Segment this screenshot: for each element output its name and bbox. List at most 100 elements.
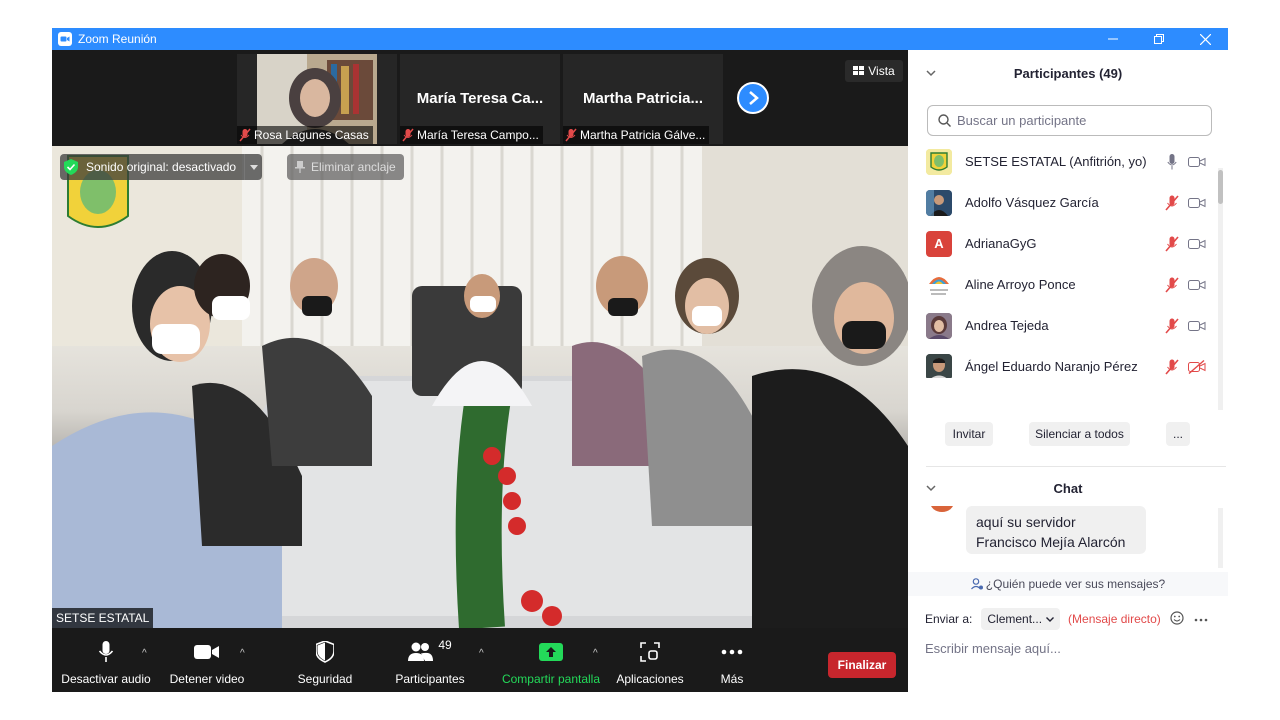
mute-all-button[interactable]: Silenciar a todos: [1029, 422, 1130, 446]
participants-options-caret[interactable]: ^: [479, 648, 484, 659]
participant-row[interactable]: Aline Arroyo Ponce: [908, 264, 1218, 305]
video-thumb[interactable]: María Teresa Ca... María Teresa Campo...: [400, 54, 560, 144]
thumb-name-label: María Teresa Campo...: [400, 126, 543, 144]
chevron-down-icon: [249, 164, 258, 170]
emoji-icon[interactable]: [1170, 611, 1184, 628]
video-camera-icon: [194, 638, 220, 666]
microphone-icon[interactable]: [1164, 153, 1180, 171]
stop-video-button[interactable]: Detener video: [165, 628, 249, 692]
chat-more-icon[interactable]: [1194, 609, 1208, 625]
video-thumb[interactable]: Martha Patricia... Martha Patricia Gálve…: [563, 54, 723, 144]
meeting-room-video-image: [52, 146, 908, 628]
main-video[interactable]: Sonido original: desactivado Eliminar an…: [52, 146, 908, 628]
participant-row[interactable]: A AdrianaGyG: [908, 223, 1218, 264]
participant-list-scrollbar[interactable]: [1218, 168, 1223, 410]
video-area: Rosa Lagunes Casas María Teresa Ca... Ma…: [52, 50, 908, 628]
pin-icon: [295, 161, 305, 173]
title-bar: Zoom Reunión: [52, 28, 1228, 50]
grid-view-icon: [853, 66, 865, 75]
meeting-toolbar: Desactivar audio ^ Detener video ^ Segur…: [52, 628, 908, 692]
participant-search-input[interactable]: [957, 113, 1197, 128]
chat-scrollbar[interactable]: [1218, 508, 1223, 568]
mute-audio-button[interactable]: Desactivar audio: [60, 628, 152, 692]
chevron-down-icon[interactable]: [926, 70, 936, 77]
participants-count: 49: [438, 638, 452, 652]
participant-name: Ángel Eduardo Naranjo Pérez: [965, 359, 1138, 374]
participant-row[interactable]: SETSE ESTATAL (Anfitrión, yo): [908, 141, 1218, 182]
avatar: [926, 148, 952, 175]
share-screen-icon: [539, 638, 563, 666]
invite-button[interactable]: Invitar: [945, 422, 993, 446]
window-title: Zoom Reunión: [78, 32, 157, 46]
zoom-window: Zoom Reunión Rosa Lagunes Casas María Te…: [52, 28, 1228, 692]
thumb-name-label: Rosa Lagunes Casas: [237, 126, 373, 144]
muted-mic-icon[interactable]: [1164, 194, 1180, 212]
who-can-see-link[interactable]: ¿Quién puede ver sus mensajes?: [908, 572, 1228, 596]
search-icon: [938, 114, 951, 127]
video-options-caret[interactable]: ^: [240, 648, 245, 659]
close-window-button[interactable]: [1182, 28, 1228, 50]
thumb-big-name: María Teresa Ca...: [416, 90, 544, 107]
chat-message-input[interactable]: [925, 636, 1215, 660]
end-meeting-button[interactable]: Finalizar: [828, 652, 896, 678]
participants-icon: 49: [408, 638, 452, 666]
participants-panel-header: Participantes (49): [908, 50, 1228, 96]
share-options-caret[interactable]: ^: [593, 648, 598, 659]
thumb-big-name: Martha Patricia...: [582, 90, 704, 107]
participant-row[interactable]: Adolfo Vásquez García: [908, 182, 1218, 223]
avatar: A: [926, 230, 952, 257]
audio-options-caret[interactable]: ^: [142, 648, 147, 659]
more-button[interactable]: Más: [712, 628, 752, 692]
panel-divider: [926, 466, 1226, 467]
participant-name: SETSE ESTATAL (Anfitrión, yo): [965, 154, 1147, 169]
video-off-icon[interactable]: [1187, 317, 1207, 335]
chat-messages: aquí su servidor Francisco Mejía Alarcón: [908, 506, 1228, 572]
video-off-icon[interactable]: [1187, 276, 1207, 294]
participant-name: AdrianaGyG: [965, 236, 1037, 251]
participant-strip: Rosa Lagunes Casas María Teresa Ca... Ma…: [52, 50, 908, 146]
active-speaker-name: SETSE ESTATAL: [52, 608, 154, 628]
video-thumb[interactable]: Rosa Lagunes Casas: [237, 54, 397, 144]
chevron-right-icon: [749, 91, 759, 105]
view-button[interactable]: Vista: [845, 60, 903, 82]
participant-search-box[interactable]: [927, 105, 1212, 136]
participants-button[interactable]: 49 Participantes: [390, 628, 470, 692]
original-sound-toggle[interactable]: Sonido original: desactivado: [60, 154, 263, 180]
chat-message-bubble: aquí su servidor Francisco Mejía Alarcón: [966, 506, 1146, 554]
muted-mic-icon[interactable]: [1164, 235, 1180, 253]
security-button[interactable]: Seguridad: [292, 628, 358, 692]
participant-list: SETSE ESTATAL (Anfitrión, yo) Adolfo Vás…: [908, 141, 1228, 378]
unpin-button[interactable]: Eliminar anclaje: [287, 154, 404, 180]
avatar: [926, 189, 952, 216]
send-to-label: Enviar a:: [925, 612, 973, 626]
minimize-button[interactable]: [1090, 28, 1136, 50]
thumb-name-label: Martha Patricia Gálve...: [563, 126, 710, 144]
close-icon: [1199, 33, 1211, 45]
muted-mic-icon: [402, 128, 414, 142]
video-off-icon[interactable]: [1187, 153, 1207, 171]
sound-options-dropdown[interactable]: [244, 154, 262, 180]
restore-button[interactable]: [1136, 28, 1182, 50]
restore-icon: [1154, 34, 1164, 44]
participant-row[interactable]: Andrea Tejeda: [908, 305, 1218, 346]
video-off-icon[interactable]: [1187, 235, 1207, 253]
share-screen-button[interactable]: Compartir pantalla: [499, 628, 603, 692]
muted-mic-icon[interactable]: [1164, 358, 1180, 376]
muted-mic-icon[interactable]: [1164, 317, 1180, 335]
video-disabled-icon[interactable]: [1187, 358, 1207, 376]
avatar: [930, 506, 954, 512]
shield-icon: [316, 638, 334, 666]
scrollbar-thumb[interactable]: [1218, 170, 1223, 204]
participant-row[interactable]: Ángel Eduardo Naranjo Pérez: [908, 346, 1218, 378]
next-page-button[interactable]: [737, 82, 769, 114]
muted-mic-icon[interactable]: [1164, 276, 1180, 294]
avatar: [926, 312, 952, 339]
person-info-icon: [970, 578, 983, 590]
chevron-down-icon[interactable]: [926, 485, 936, 492]
chevron-down-icon: [1046, 616, 1055, 622]
zoom-logo-icon: [58, 32, 72, 46]
more-options-button[interactable]: ...: [1166, 422, 1190, 446]
apps-button[interactable]: Aplicaciones: [615, 628, 685, 692]
video-off-icon[interactable]: [1187, 194, 1207, 212]
recipient-dropdown[interactable]: Clement...: [981, 608, 1061, 630]
